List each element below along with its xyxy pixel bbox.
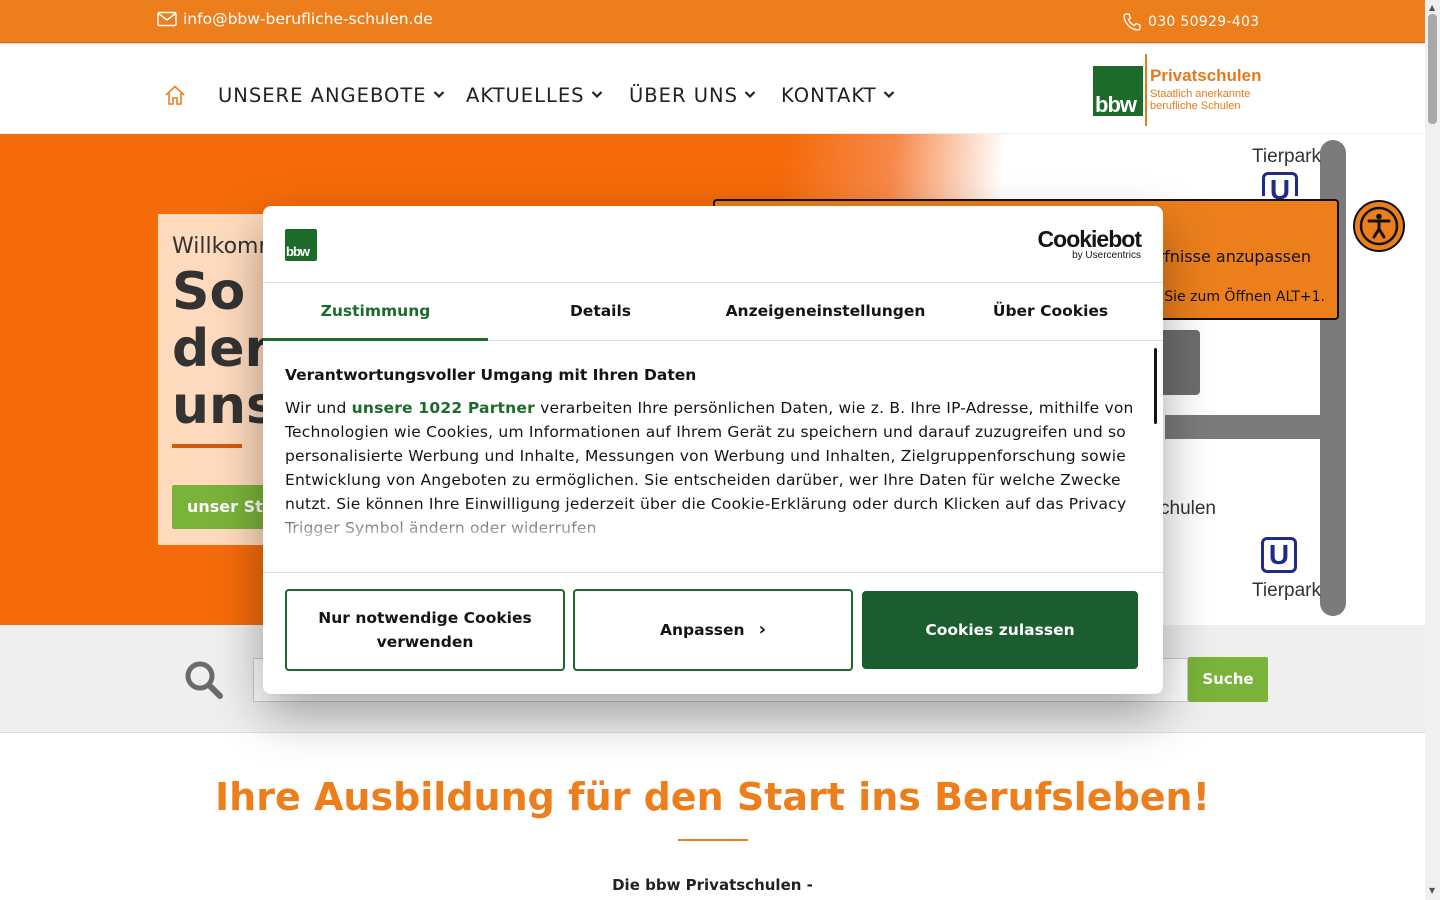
map-station-label: Tierpark: [1252, 580, 1321, 601]
tooltip-text: rfnisse anzupassen: [1157, 247, 1312, 266]
phone-text: 030 50929-403: [1148, 14, 1260, 30]
logo-mark-text: bbw: [1095, 92, 1137, 117]
email-link[interactable]: info@bbw-berufliche-schulen.de: [157, 10, 433, 28]
chevron-down-icon: [744, 88, 756, 103]
chevron-down-icon: [883, 88, 895, 103]
chevron-right-icon: ›: [758, 619, 766, 640]
accessibility-button[interactable]: [1353, 200, 1405, 252]
cookie-text: Wir und: [285, 399, 352, 417]
scroll-down-icon[interactable]: ▼: [1429, 886, 1435, 895]
cookie-dialog-header: bbw Cookiebot by Usercentrics: [263, 206, 1163, 283]
page-scrollbar[interactable]: ▲ ▼: [1425, 0, 1440, 900]
nav-item-label: UNSERE ANGEBOTE: [218, 84, 427, 107]
nav-item-label: AKTUELLES: [466, 84, 585, 107]
cookie-consent-dialog: bbw Cookiebot by Usercentrics Zustimmung…: [263, 206, 1163, 694]
page-headline: Ihre Ausbildung für den Start ins Berufs…: [215, 775, 1210, 819]
tab-anzeigeneinstellungen[interactable]: Anzeigeneinstellungen: [713, 283, 938, 341]
cookie-title: Verantwortungsvoller Umgang mit Ihren Da…: [285, 366, 697, 384]
allow-cookies-button[interactable]: Cookies zulassen: [862, 591, 1138, 669]
cookie-tabs: Zustimmung Details Anzeigeneinstellungen…: [263, 283, 1163, 341]
partners-link[interactable]: unsere 1022 Partner: [352, 399, 535, 417]
logo-divider: [1145, 54, 1147, 126]
button-label-line: Nur notwendige Cookies: [318, 609, 532, 627]
button-label-line: verwenden: [376, 633, 474, 651]
nav-item-ueber-uns[interactable]: ÜBER UNS: [629, 84, 756, 107]
nav-item-label: ÜBER UNS: [629, 84, 738, 107]
cookiebot-logo[interactable]: Cookiebot by Usercentrics: [1037, 226, 1142, 262]
logo-subtitle-line: berufliche Schulen: [1150, 100, 1241, 112]
nav-item-angebote[interactable]: UNSERE ANGEBOTE: [218, 84, 445, 107]
scrollbar-thumb[interactable]: [1428, 14, 1437, 124]
logo-name: Privatschulen: [1150, 66, 1262, 85]
scroll-up-icon[interactable]: ▲: [1429, 3, 1435, 12]
nav-item-aktuelles[interactable]: AKTUELLES: [466, 84, 603, 107]
phone-link[interactable]: 030 50929-403: [1122, 12, 1259, 32]
tab-details[interactable]: Details: [488, 283, 713, 341]
text-fade: [263, 506, 1153, 546]
brand-logo: bbw: [285, 229, 317, 261]
home-link[interactable]: [164, 84, 186, 110]
map-road: [1165, 415, 1325, 439]
nav-item-kontakt[interactable]: KONTAKT: [781, 84, 895, 107]
cookie-dialog-footer: Nur notwendige Cookies verwenden Anpasse…: [263, 572, 1163, 694]
button-label: Anpassen: [659, 621, 745, 639]
top-contact-bar: info@bbw-berufliche-schulen.de 030 50929…: [0, 0, 1425, 43]
cookiebot-name: Cookiebot: [1037, 226, 1142, 252]
subway-icon: U: [1261, 537, 1297, 573]
site-logo[interactable]: bbw Privatschulen Staatlich anerkannte b…: [1093, 52, 1273, 128]
necessary-cookies-button[interactable]: Nur notwendige Cookies verwenden: [285, 589, 565, 671]
customize-button[interactable]: Anpassen ›: [573, 589, 853, 671]
map-building: [1160, 330, 1200, 395]
nav-item-label: KONTAKT: [781, 84, 877, 107]
search-icon: [183, 659, 225, 705]
home-icon: [165, 85, 185, 105]
chevron-down-icon: [591, 88, 603, 103]
map-street-label: AM TIERPARK: [1342, 352, 1359, 454]
phone-icon: [1123, 13, 1141, 31]
tooltip-hint: Sie zum Öffnen ALT+1.: [1164, 289, 1325, 305]
logo-subtitle: Staatlich anerkannte berufliche Schulen: [1150, 88, 1250, 112]
brand-logo-text: bbw: [286, 244, 310, 259]
tab-zustimmung[interactable]: Zustimmung: [263, 283, 488, 341]
dialog-scrollbar-thumb[interactable]: [1154, 348, 1157, 424]
tab-ueber-cookies[interactable]: Über Cookies: [938, 283, 1163, 341]
heading-underline: [172, 444, 242, 448]
email-text: info@bbw-berufliche-schulen.de: [183, 10, 433, 28]
mail-icon: [157, 11, 177, 27]
headline-underline: [678, 839, 748, 841]
search-button[interactable]: Suche: [1188, 657, 1268, 702]
page-subline: Die bbw Privatschulen -: [612, 876, 813, 894]
logo-subtitle-line: Staatlich anerkannte: [1150, 88, 1251, 100]
subway-icon: U: [1262, 172, 1298, 205]
map-school-label: chulen: [1160, 498, 1216, 519]
map-station-label: Tierpark: [1252, 146, 1321, 167]
accessibility-icon: [1359, 206, 1399, 246]
chevron-down-icon: [433, 88, 445, 103]
